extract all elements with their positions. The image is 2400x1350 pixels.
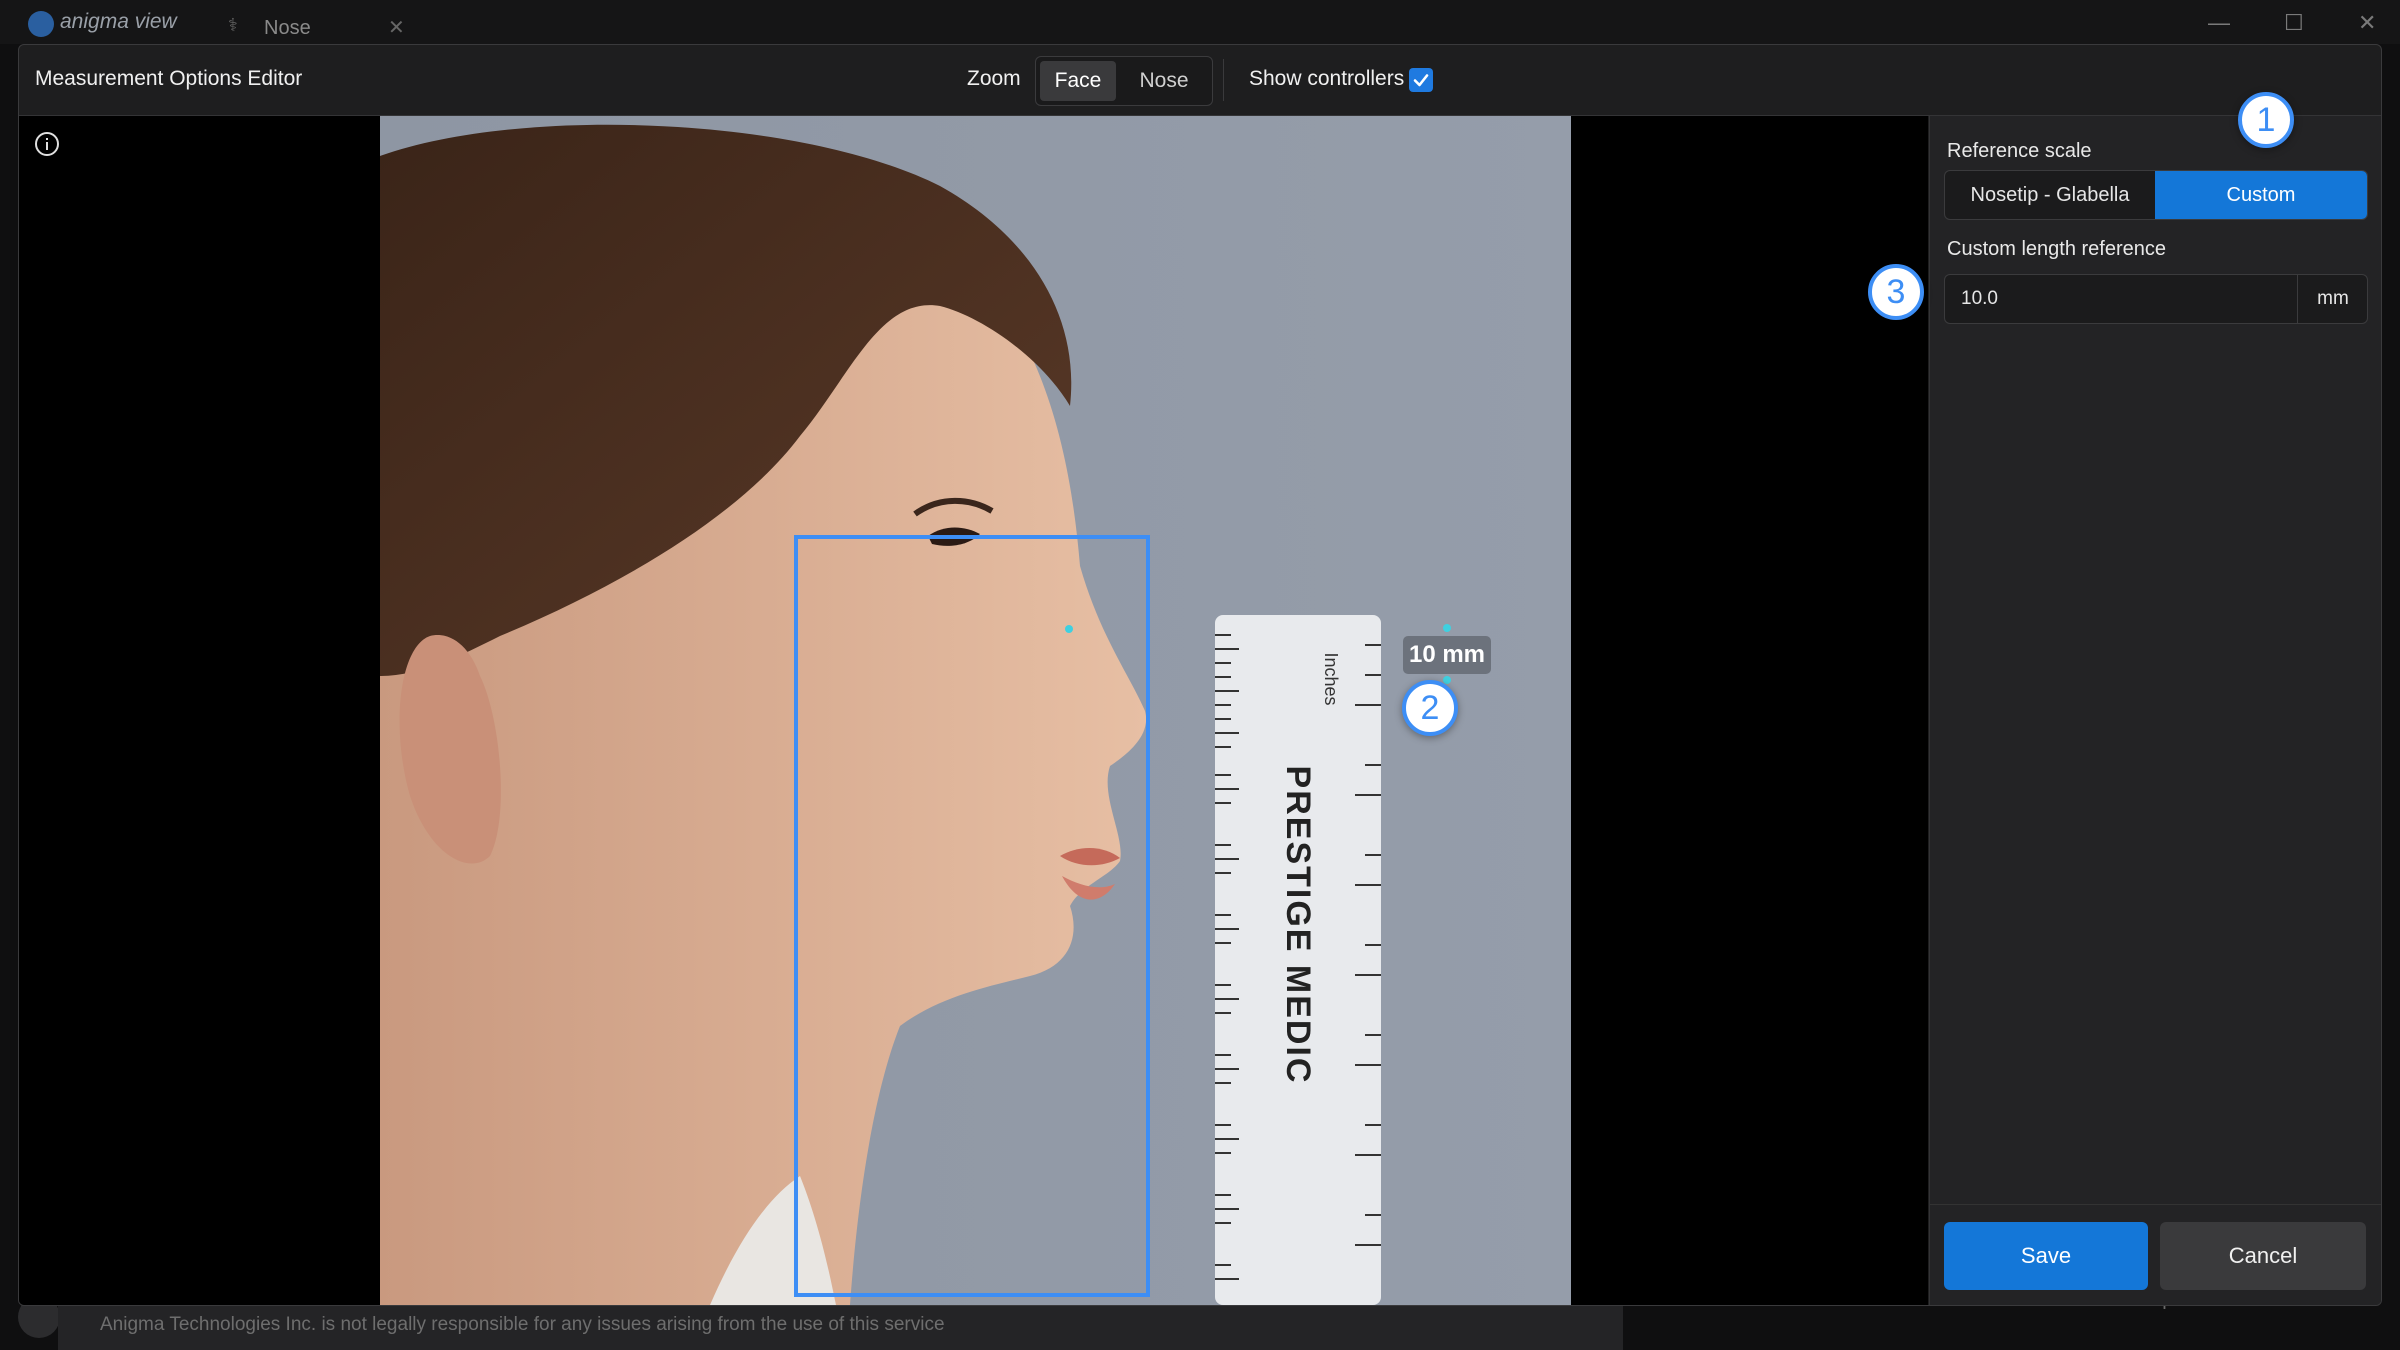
nose-tab-icon: ⚕ — [228, 15, 238, 35]
callout-1: 1 — [2238, 92, 2294, 148]
zoom-label: Zoom — [967, 67, 1021, 90]
measure-handle-bottom-dot[interactable] — [1443, 676, 1451, 684]
cancel-button[interactable]: Cancel — [2160, 1222, 2366, 1290]
app-titlebar — [0, 0, 2400, 44]
reference-scale-label: Reference scale — [1947, 140, 2092, 162]
header-divider — [1223, 59, 1224, 101]
custom-length-field: mm — [1944, 274, 2368, 324]
reference-scale-segmented-control: Nosetip - Glabella Custom — [1944, 170, 2368, 220]
zoom-face-button[interactable]: Face — [1040, 61, 1116, 101]
ruler-image: PRESTIGE MEDIC Inches — [1215, 615, 1381, 1305]
close-tab-icon[interactable]: ✕ — [388, 15, 405, 40]
app-name: anigma view — [60, 10, 177, 33]
options-panel: Reference scale Nosetip - Glabella Custo… — [1929, 116, 2381, 1305]
measurement-options-dialog: Measurement Options Editor Zoom Face Nos… — [18, 44, 2382, 1306]
callout-3: 3 — [1868, 264, 1924, 320]
background-tab-nose[interactable]: Nose — [264, 17, 311, 40]
zoom-nose-button[interactable]: Nose — [1122, 61, 1206, 101]
show-controllers-label: Show controllers — [1249, 67, 1405, 90]
image-viewport[interactable]: PRESTIGE MEDIC Inches 10 mm — [19, 116, 1928, 1305]
maximize-icon[interactable]: ☐ — [2284, 10, 2304, 36]
custom-reference-button[interactable]: Custom — [2155, 171, 2367, 219]
checkmark-icon — [1413, 74, 1429, 87]
ruler-units-text: Inches — [1321, 652, 1341, 705]
callout-2: 2 — [1402, 680, 1458, 736]
app-logo-icon — [28, 11, 54, 37]
zoom-segmented-control: Face Nose — [1035, 56, 1213, 106]
ruler-brand-text: PRESTIGE MEDIC — [1279, 766, 1317, 1085]
dialog-header: Measurement Options Editor Zoom Face Nos… — [19, 45, 2381, 116]
minimize-icon[interactable]: — — [2208, 10, 2230, 36]
unit-label: mm — [2297, 275, 2368, 323]
ruler-selection-box[interactable] — [794, 535, 1150, 1297]
measure-handle-top-dot[interactable] — [1443, 624, 1451, 632]
custom-length-label: Custom length reference — [1947, 238, 2167, 260]
dialog-title: Measurement Options Editor — [35, 67, 303, 90]
measure-label: 10 mm — [1403, 636, 1491, 674]
show-controllers-checkbox[interactable] — [1409, 68, 1433, 92]
measure-handle-top[interactable] — [1065, 625, 1073, 633]
info-icon[interactable] — [35, 132, 59, 156]
custom-length-input[interactable] — [1945, 275, 2297, 323]
panel-footer-divider — [1930, 1204, 2381, 1205]
close-window-icon[interactable]: ✕ — [2358, 10, 2376, 36]
save-button[interactable]: Save — [1944, 1222, 2148, 1290]
footer-notice: Anigma Technologies Inc. is not legally … — [100, 1314, 945, 1335]
nosetip-glabella-button[interactable]: Nosetip - Glabella — [1945, 171, 2155, 219]
